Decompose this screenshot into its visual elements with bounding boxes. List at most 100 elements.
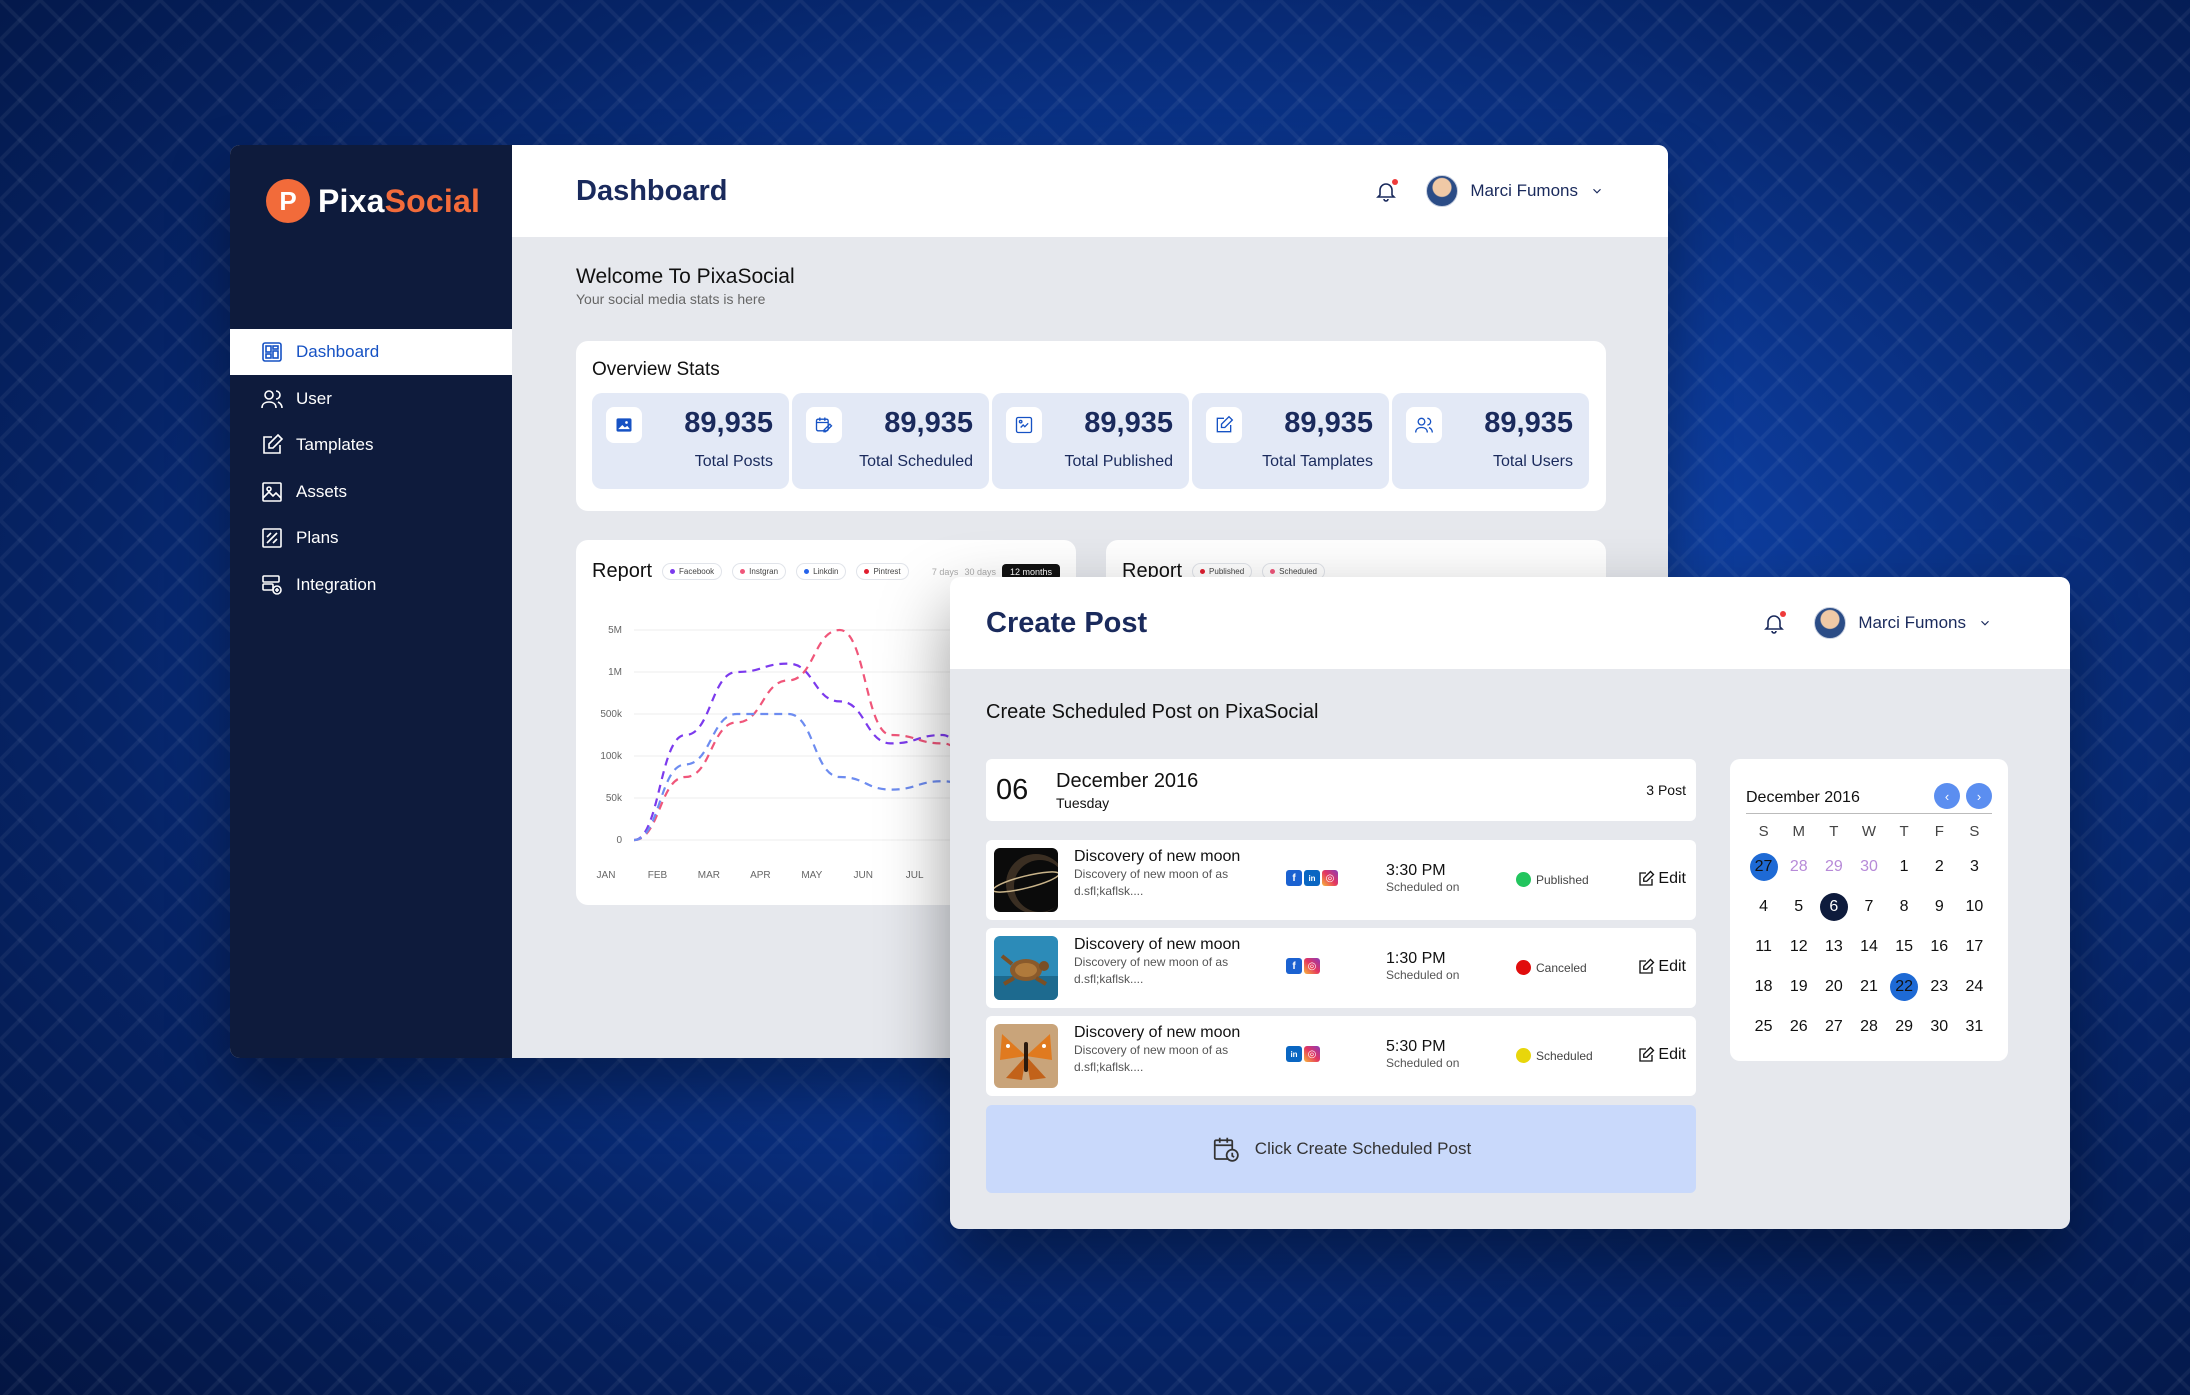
post-row[interactable]: Discovery of new moon Discovery of new m… xyxy=(986,1016,1696,1096)
integration-icon xyxy=(262,574,282,595)
post-row[interactable]: Discovery of new moon Discovery of new m… xyxy=(986,840,1696,920)
stat-total-users[interactable]: 89,935 Total Users xyxy=(1392,393,1589,489)
calendar-day[interactable]: 18 xyxy=(1746,972,1781,1002)
legend-facebook[interactable]: Facebook xyxy=(662,563,723,580)
calendar-weekday: S xyxy=(1969,822,1980,840)
edit-icon xyxy=(1639,1046,1655,1062)
y-tick-label: 0 xyxy=(616,835,622,846)
time-label: Scheduled on xyxy=(1386,1056,1460,1070)
calendar-day[interactable]: 1 xyxy=(1887,852,1922,882)
calendar-day-prev-month[interactable]: 28 xyxy=(1781,852,1816,882)
facebook-icon: f xyxy=(1286,870,1302,886)
legend-instagram[interactable]: Instgran xyxy=(732,563,787,580)
calendar-day[interactable]: 31 xyxy=(1957,1012,1992,1042)
y-tick-label: 100k xyxy=(600,751,623,762)
stat-total-posts[interactable]: 89,935 Total Posts xyxy=(592,393,789,489)
sidebar-item-dashboard[interactable]: Dashboard xyxy=(230,329,512,375)
user-menu[interactable]: Marci Fumons xyxy=(1426,175,1604,207)
sidebar-item-plans[interactable]: Plans xyxy=(230,515,512,561)
time-value: 1:30 PM xyxy=(1386,950,1446,967)
calendar-day[interactable]: 26 xyxy=(1781,1012,1816,1042)
calendar-day[interactable]: 21 xyxy=(1851,972,1886,1002)
stat-total-published[interactable]: 89,935 Total Published xyxy=(992,393,1189,489)
calendar-clock-icon xyxy=(1213,1137,1239,1162)
calendar-day[interactable]: 7 xyxy=(1851,892,1886,922)
calendar-prev-button[interactable]: ‹ xyxy=(1934,783,1960,809)
social-networks: in ◎ xyxy=(1286,1046,1320,1062)
calendar-day[interactable]: 17 xyxy=(1957,932,1992,962)
topbar-actions: Marci Fumons xyxy=(1374,175,1604,207)
sidebar-item-label: Integration xyxy=(296,574,377,594)
calendar-day[interactable]: 24 xyxy=(1957,972,1992,1002)
stat-total-templates[interactable]: 89,935 Total Tamplates xyxy=(1192,393,1389,489)
status-badge: Canceled xyxy=(1516,960,1587,975)
calendar-day[interactable]: 20 xyxy=(1816,972,1851,1002)
legend-pinterest[interactable]: Pintrest xyxy=(856,563,909,580)
sidebar-item-user[interactable]: User xyxy=(230,376,512,422)
calendar-weekday: S xyxy=(1758,822,1769,840)
calendar-next-button[interactable]: › xyxy=(1966,783,1992,809)
date-weekday: Tuesday xyxy=(1056,794,1110,811)
calendar-day[interactable]: 14 xyxy=(1851,932,1886,962)
sidebar-item-assets[interactable]: Assets xyxy=(230,469,512,515)
calendar-day[interactable]: 12 xyxy=(1781,932,1816,962)
sidebar-item-label: User xyxy=(296,388,332,408)
calendar-day[interactable]: 28 xyxy=(1851,1012,1886,1042)
create-subtitle: Create Scheduled Post on PixaSocial xyxy=(986,701,1319,723)
calendar-day[interactable]: 23 xyxy=(1922,972,1957,1002)
calendar-day[interactable]: 16 xyxy=(1922,932,1957,962)
range-30-days[interactable]: 30 days xyxy=(964,567,996,577)
legend-linkedin[interactable]: Linkdin xyxy=(796,563,847,580)
sidebar-item-templates[interactable]: Tamplates xyxy=(230,422,512,468)
calendar-day[interactable]: 30 xyxy=(1922,1012,1957,1042)
instagram-icon: ◎ xyxy=(1322,870,1338,886)
create-topbar-actions: Marci Fumons xyxy=(1762,607,1992,639)
post-count: 3 Post xyxy=(1646,782,1686,798)
instagram-icon: ◎ xyxy=(1304,1046,1320,1062)
dashboard-topbar: Dashboard Marci Fumons xyxy=(512,145,1668,237)
calendar-day[interactable]: 6 xyxy=(1816,892,1851,922)
notification-bell-icon[interactable] xyxy=(1762,611,1787,635)
linkedin-icon: in xyxy=(1286,1046,1302,1062)
stats-row: 89,935 Total Posts 89,935 Total Schedule… xyxy=(592,393,1590,489)
stat-total-scheduled[interactable]: 89,935 Total Scheduled xyxy=(792,393,989,489)
dashboard-icon xyxy=(262,342,282,362)
calendar-day[interactable]: 29 xyxy=(1887,1012,1922,1042)
edit-button[interactable]: Edit xyxy=(1637,1046,1686,1064)
calendar-day[interactable]: 25 xyxy=(1746,1012,1781,1042)
post-thumbnail-turtle xyxy=(994,936,1058,1000)
time-value: 5:30 PM xyxy=(1386,1038,1446,1055)
calendar-day-prev-month[interactable]: 27 xyxy=(1746,852,1781,882)
calendar-day[interactable]: 10 xyxy=(1957,892,1992,922)
calendar-day-prev-month[interactable]: 30 xyxy=(1851,852,1886,882)
calendar-day[interactable]: 9 xyxy=(1922,892,1957,922)
calendar-day[interactable]: 3 xyxy=(1957,852,1992,882)
sidebar-item-integration[interactable]: Integration xyxy=(230,562,512,608)
calendar-day[interactable]: 13 xyxy=(1816,932,1851,962)
stat-value: 89,935 xyxy=(1484,407,1573,439)
create-scheduled-post-button[interactable]: Click Create Scheduled Post xyxy=(986,1105,1696,1193)
calendar-day-prev-month[interactable]: 29 xyxy=(1816,852,1851,882)
post-title: Discovery of new moon xyxy=(1074,936,1241,953)
status-badge: Scheduled xyxy=(1516,1048,1593,1063)
post-row[interactable]: Discovery of new moon Discovery of new m… xyxy=(986,928,1696,1008)
range-7-days[interactable]: 7 days xyxy=(932,567,959,577)
edit-button[interactable]: Edit xyxy=(1637,870,1686,888)
calendar-day[interactable]: 2 xyxy=(1922,852,1957,882)
calendar-day[interactable]: 4 xyxy=(1746,892,1781,922)
notification-bell-icon[interactable] xyxy=(1374,179,1399,203)
calendar-day[interactable]: 5 xyxy=(1781,892,1816,922)
logo[interactable]: P PixaSocial xyxy=(266,179,480,223)
image-icon xyxy=(606,407,642,443)
calendar-day[interactable]: 22 xyxy=(1887,972,1922,1002)
calendar-day[interactable]: 19 xyxy=(1781,972,1816,1002)
post-title: Discovery of new moon xyxy=(1074,848,1241,865)
calendar-day[interactable]: 11 xyxy=(1746,932,1781,962)
edit-button[interactable]: Edit xyxy=(1637,958,1686,976)
post-title: Discovery of new moon xyxy=(1074,1024,1241,1041)
status-dot xyxy=(1516,1048,1531,1063)
calendar-day[interactable]: 27 xyxy=(1816,1012,1851,1042)
calendar-day[interactable]: 8 xyxy=(1887,892,1922,922)
user-menu[interactable]: Marci Fumons xyxy=(1814,607,1992,639)
calendar-day[interactable]: 15 xyxy=(1887,932,1922,962)
